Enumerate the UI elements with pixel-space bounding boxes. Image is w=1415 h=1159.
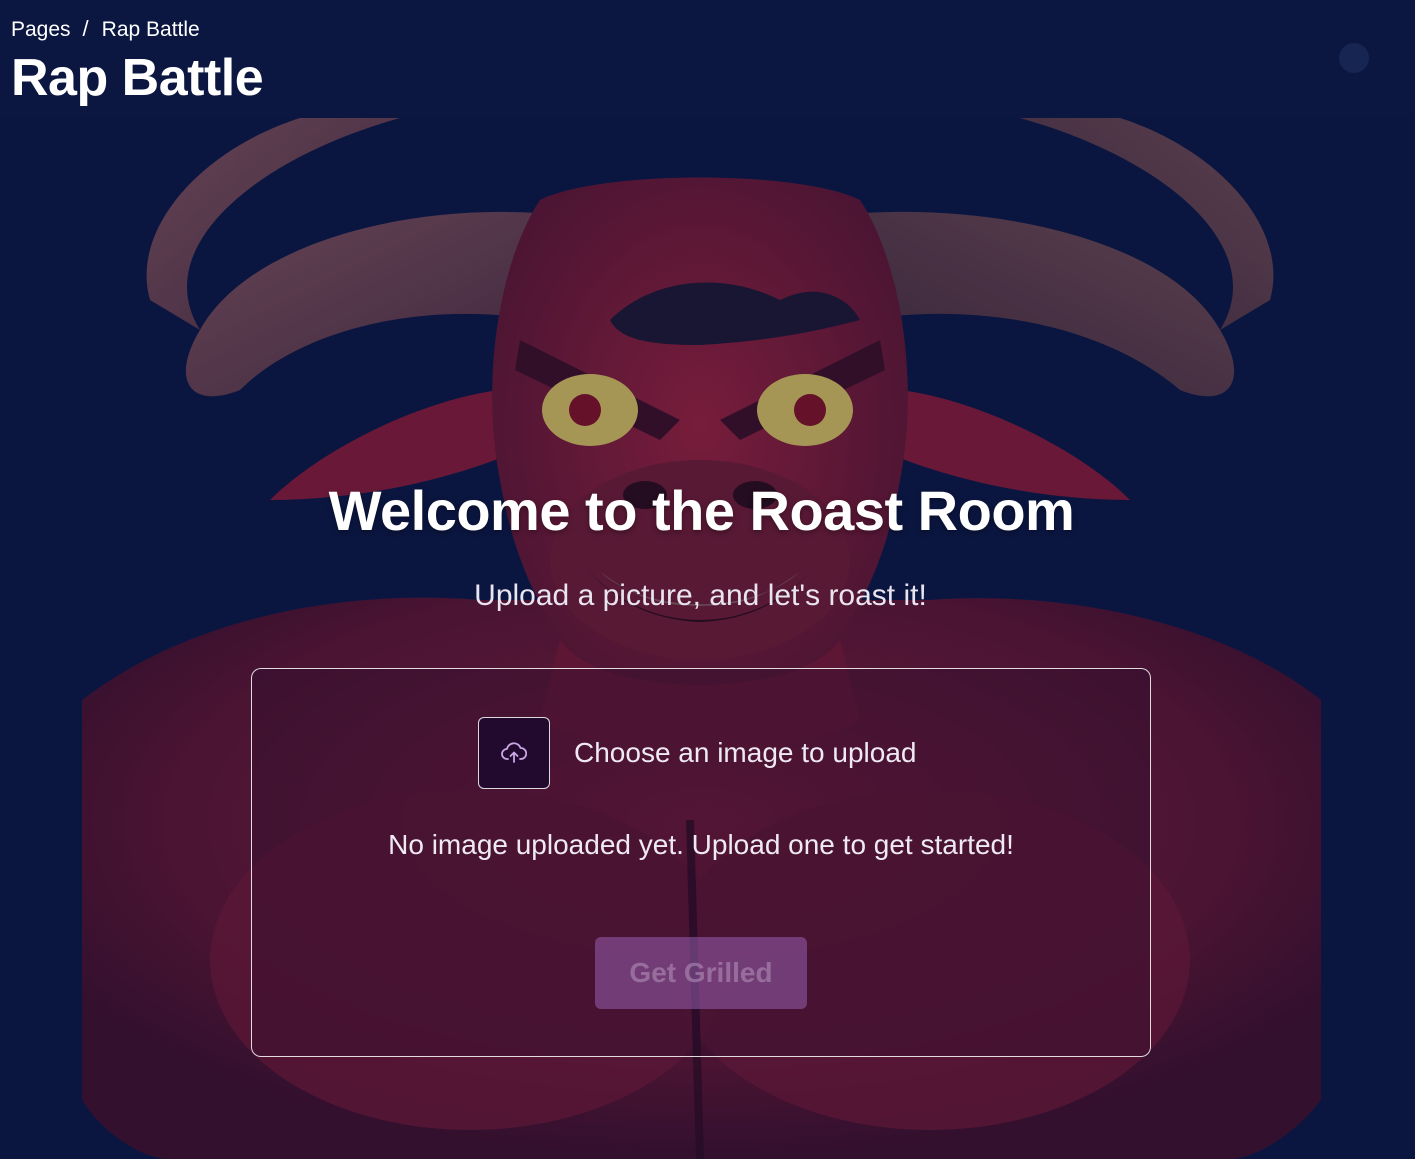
breadcrumb-pages-link[interactable]: Pages <box>11 18 71 42</box>
avatar[interactable] <box>1339 43 1369 73</box>
upload-image-button[interactable] <box>478 717 550 789</box>
upload-label[interactable]: Choose an image to upload <box>574 737 916 769</box>
get-grilled-button[interactable]: Get Grilled <box>595 937 807 1009</box>
breadcrumb-current: Rap Battle <box>101 18 200 41</box>
breadcrumb-separator: / <box>82 16 89 41</box>
app-page: Pages / Rap Battle Rap Battle Welcome to… <box>0 0 1415 1159</box>
welcome-heading: Welcome to the Roast Room <box>328 479 1075 542</box>
upload-status-text: No image uploaded yet. Upload one to get… <box>388 829 1014 860</box>
breadcrumb: Pages / Rap Battle <box>11 16 200 42</box>
welcome-subtitle: Upload a picture, and let's roast it! <box>474 579 927 612</box>
cloud-upload-icon <box>501 742 527 763</box>
upload-panel: Choose an image to upload No image uploa… <box>251 668 1151 1057</box>
top-header: Pages / Rap Battle Rap Battle <box>0 0 1415 118</box>
page-title: Rap Battle <box>11 49 264 107</box>
